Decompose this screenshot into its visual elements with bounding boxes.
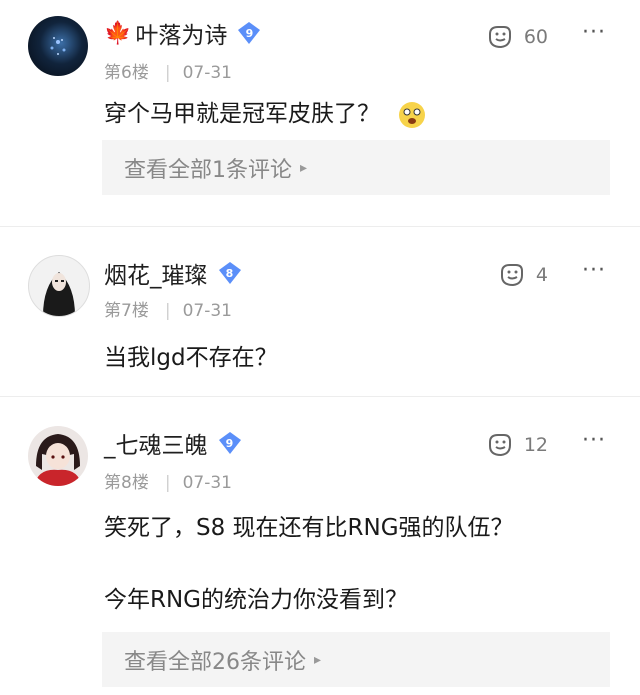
comment-meta: 第8楼 | 07-31	[104, 473, 232, 493]
avatar-image	[50, 37, 66, 55]
avatar-image	[34, 434, 82, 486]
comment-meta: 第7楼 | 07-31	[104, 301, 232, 321]
username[interactable]: 烟花_璀璨 8	[104, 256, 242, 290]
level-badge: 9	[237, 21, 261, 45]
thumb-up-face-icon	[500, 264, 523, 287]
comment-text: 当我lgd不存在？	[104, 345, 278, 371]
username[interactable]: 🍁 叶落为诗 9	[104, 16, 261, 50]
avatar[interactable]	[28, 255, 90, 317]
username-text: 叶落为诗	[135, 23, 228, 49]
comment-date: 07-31	[182, 473, 232, 493]
floor-number: 第6楼	[104, 63, 149, 83]
username[interactable]: _七魂三魄 9	[104, 426, 242, 460]
avatar[interactable]	[28, 426, 88, 486]
comment-date: 07-31	[182, 301, 232, 321]
shocked-emoji-icon	[399, 101, 426, 128]
more-button[interactable]: ···	[582, 20, 606, 45]
like-count: 60	[523, 26, 548, 48]
maple-leaf-icon: 🍁	[104, 20, 132, 46]
divider	[0, 226, 640, 227]
level-badge: 9	[218, 431, 242, 455]
comment-text-line-1: 笑死了，S8 现在还有比RNG强的队伍？	[104, 515, 514, 541]
more-button[interactable]: ···	[582, 258, 606, 283]
view-all-replies[interactable]: 查看全部26条评论 ▸	[102, 632, 610, 687]
like-button[interactable]: 60	[486, 24, 548, 50]
comment-text-line-2: 今年RNG的统治力你没看到？	[104, 587, 409, 613]
view-all-replies[interactable]: 查看全部1条评论 ▸	[102, 140, 610, 195]
level-badge: 8	[218, 261, 242, 285]
chevron-right-icon: ▸	[314, 651, 322, 668]
more-button[interactable]: ···	[582, 428, 606, 453]
thumb-up-face-icon	[488, 26, 511, 49]
floor-number: 第7楼	[104, 301, 149, 321]
like-button[interactable]: 4	[498, 262, 548, 288]
comment-date: 07-31	[182, 63, 232, 83]
divider	[0, 396, 640, 397]
thumb-up-face-icon	[488, 434, 511, 457]
username-text: 烟花_璀璨	[104, 263, 208, 289]
avatar-image	[43, 272, 75, 316]
username-text: _七魂三魄	[104, 433, 208, 459]
comment-meta: 第6楼 | 07-31	[104, 63, 232, 83]
avatar[interactable]	[28, 16, 88, 76]
like-count: 12	[523, 434, 548, 456]
like-count: 4	[535, 264, 548, 286]
floor-number: 第8楼	[104, 473, 149, 493]
like-button[interactable]: 12	[486, 432, 548, 458]
chevron-right-icon: ▸	[300, 159, 308, 176]
comment-text: 穿个马甲就是冠军皮肤了？	[104, 94, 427, 130]
